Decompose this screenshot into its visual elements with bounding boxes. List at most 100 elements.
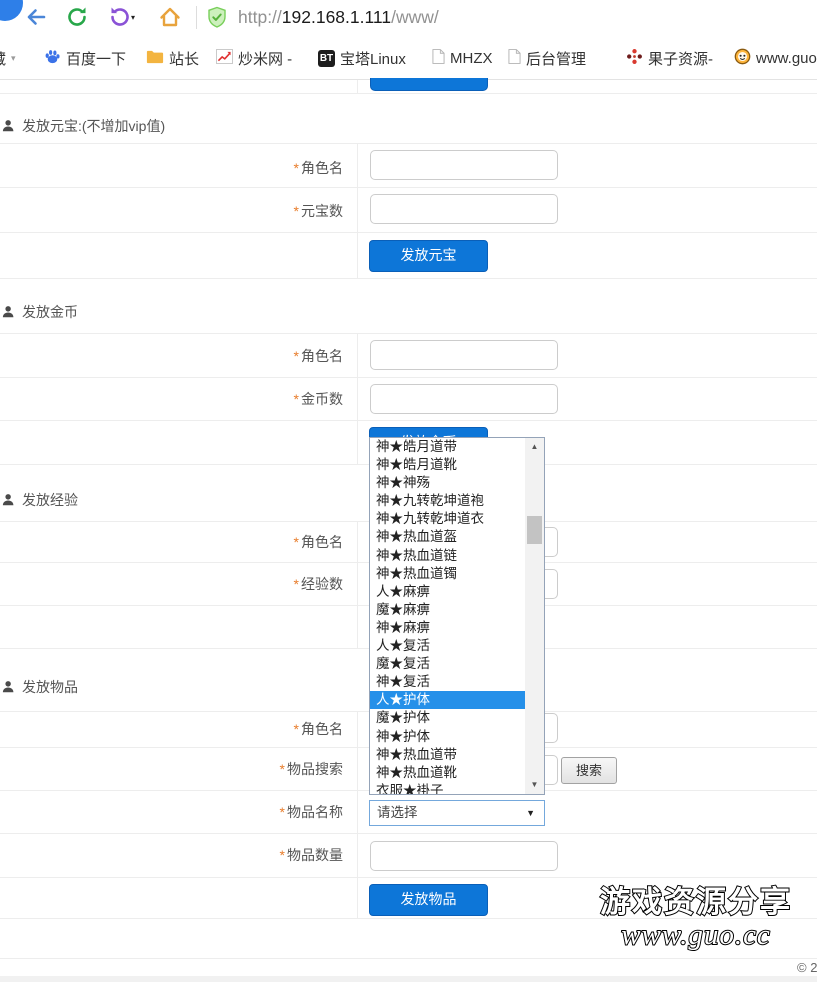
bookmark-label: MHZX — [450, 50, 493, 67]
item-option[interactable]: 神★神殇 — [370, 474, 526, 492]
field-label: *角色名 — [203, 347, 343, 365]
divider — [0, 958, 817, 959]
item-option[interactable]: 神★麻痹 — [370, 619, 526, 637]
required-mark: * — [294, 160, 299, 176]
undo-icon[interactable] — [108, 5, 132, 29]
section-title-yuanbao: 发放元宝:(不增加vip值) — [2, 117, 165, 135]
required-mark: * — [294, 534, 299, 550]
required-mark: * — [280, 847, 285, 863]
item-listbox-options: 神★皓月道带神★皓月道靴神★神殇神★九转乾坤道袍神★九转乾坤道衣神★热血道盔神★… — [370, 438, 526, 795]
item-option[interactable]: 神★九转乾坤道衣 — [370, 510, 526, 528]
item-option[interactable]: 人★麻痹 — [370, 583, 526, 601]
bookmark-guozi[interactable]: 果子资源- — [626, 46, 713, 70]
bookmark-label: www.guo — [756, 50, 817, 67]
item-option[interactable]: 神★九转乾坤道袍 — [370, 492, 526, 510]
home-icon[interactable] — [158, 5, 182, 29]
divider — [357, 143, 358, 278]
copyright-text: © 2 — [797, 960, 817, 975]
toolbar-divider — [196, 6, 197, 29]
back-icon[interactable] — [24, 5, 48, 29]
required-mark: * — [280, 761, 285, 777]
item-option[interactable]: 衣服★褂子 — [370, 782, 526, 795]
select-value: 请选择 — [377, 805, 418, 820]
role-name-input-yuanbao[interactable] — [370, 150, 558, 180]
item-option[interactable]: 神★热血道链 — [370, 547, 526, 565]
bookmark-label: 炒米网 - — [238, 48, 292, 69]
required-mark: * — [294, 721, 299, 737]
site-security-shield-icon[interactable] — [205, 5, 229, 30]
watermark-url: www.guo.cc — [575, 920, 817, 950]
divider — [357, 711, 358, 918]
bookmark-overflow[interactable]: 藏 ▾ — [0, 46, 16, 70]
page-icon — [432, 48, 445, 69]
item-option[interactable]: 神★复活 — [370, 673, 526, 691]
section-title-gold: 发放金币 — [2, 303, 78, 321]
bookmark-mhzx[interactable]: MHZX — [432, 46, 493, 70]
divider — [0, 420, 817, 421]
watermark-title: 游戏资源分享 — [575, 886, 817, 920]
scroll-up-icon[interactable]: ▲ — [525, 440, 544, 454]
user-icon — [2, 680, 16, 694]
item-option[interactable]: 神★热血道带 — [370, 746, 526, 764]
bt-badge-icon: BT — [318, 50, 335, 67]
required-mark: * — [294, 391, 299, 407]
role-name-input-gold[interactable] — [370, 340, 558, 370]
bookmark-baidu[interactable]: 百度一下 — [44, 46, 126, 70]
bookmark-zhanzhang[interactable]: 站长 — [146, 46, 199, 70]
bookmark-admin[interactable]: 后台管理 — [508, 46, 586, 70]
divider — [0, 187, 817, 188]
item-option[interactable]: 神★热血道靴 — [370, 764, 526, 782]
bookmark-overflow-label: 藏 — [0, 48, 6, 69]
clipped-button-top[interactable] — [370, 78, 488, 91]
face-badge-icon — [734, 48, 751, 69]
divider — [0, 278, 817, 279]
undo-menu-caret-icon[interactable]: ▾ — [131, 13, 135, 22]
item-option[interactable]: 神★皓月道靴 — [370, 456, 526, 474]
item-option[interactable]: 神★皓月道带 — [370, 438, 526, 456]
user-icon — [2, 305, 16, 319]
yuanbao-amount-input[interactable] — [370, 194, 558, 224]
item-option[interactable]: 人★护体 — [370, 691, 526, 709]
page-content: 发放元宝:(不增加vip值) *角色名 *元宝数 发放元宝 发放金币 *角色名 … — [0, 80, 817, 982]
item-option[interactable]: 人★复活 — [370, 637, 526, 655]
bookmark-baota-linux[interactable]: BT 宝塔Linux — [318, 46, 406, 70]
item-option[interactable]: 神★热血道镯 — [370, 565, 526, 583]
submit-item-button[interactable]: 发放物品 — [369, 884, 488, 916]
browser-logo-icon[interactable] — [0, 0, 23, 21]
item-quantity-input[interactable] — [370, 841, 558, 871]
scroll-thumb[interactable] — [527, 516, 542, 544]
url-path: /www/ — [391, 7, 439, 27]
section-title-item: 发放物品 — [2, 678, 78, 696]
bookmark-label: 站长 — [169, 48, 199, 69]
divider — [357, 521, 358, 648]
scroll-down-icon[interactable]: ▼ — [525, 778, 544, 792]
submit-yuanbao-button[interactable]: 发放元宝 — [369, 240, 488, 272]
field-label: *角色名 — [203, 533, 343, 551]
browser-window: ▾ http://192.168.1.111/www/ 藏 ▾ 百度一下 — [0, 0, 817, 982]
bookmarks-bar: 藏 ▾ 百度一下 站长 炒米网 - BT 宝塔Linux — [0, 35, 817, 80]
item-option[interactable]: 魔★护体 — [370, 709, 526, 727]
address-bar[interactable]: http://192.168.1.111/www/ — [238, 7, 439, 28]
item-name-select[interactable]: 请选择 ▼ — [369, 800, 545, 826]
item-option[interactable]: 神★热血道盔 — [370, 528, 526, 546]
field-label: *元宝数 — [203, 202, 343, 220]
refresh-icon[interactable] — [65, 5, 89, 29]
divider — [0, 877, 817, 878]
required-mark: * — [280, 804, 285, 820]
item-search-button[interactable]: 搜索 — [561, 757, 617, 784]
bookmark-label: 宝塔Linux — [340, 48, 406, 69]
required-mark: * — [294, 348, 299, 364]
item-option[interactable]: 神★护体 — [370, 728, 526, 746]
listbox-scrollbar[interactable]: ▲ ▼ — [525, 438, 544, 794]
gold-amount-input[interactable] — [370, 384, 558, 414]
bookmark-chaomiwang[interactable]: 炒米网 - — [216, 46, 292, 70]
bookmark-wwwguo[interactable]: www.guo — [734, 46, 817, 70]
item-option[interactable]: 魔★麻痹 — [370, 601, 526, 619]
item-listbox[interactable]: 神★皓月道带神★皓月道靴神★神殇神★九转乾坤道袍神★九转乾坤道衣神★热血道盔神★… — [369, 437, 545, 795]
item-option[interactable]: 魔★复活 — [370, 655, 526, 673]
chevron-down-icon: ▾ — [11, 53, 16, 64]
url-scheme: http:// — [238, 7, 282, 27]
field-label: *物品数量 — [203, 846, 343, 864]
user-icon — [2, 119, 16, 133]
field-label: *角色名 — [203, 159, 343, 177]
